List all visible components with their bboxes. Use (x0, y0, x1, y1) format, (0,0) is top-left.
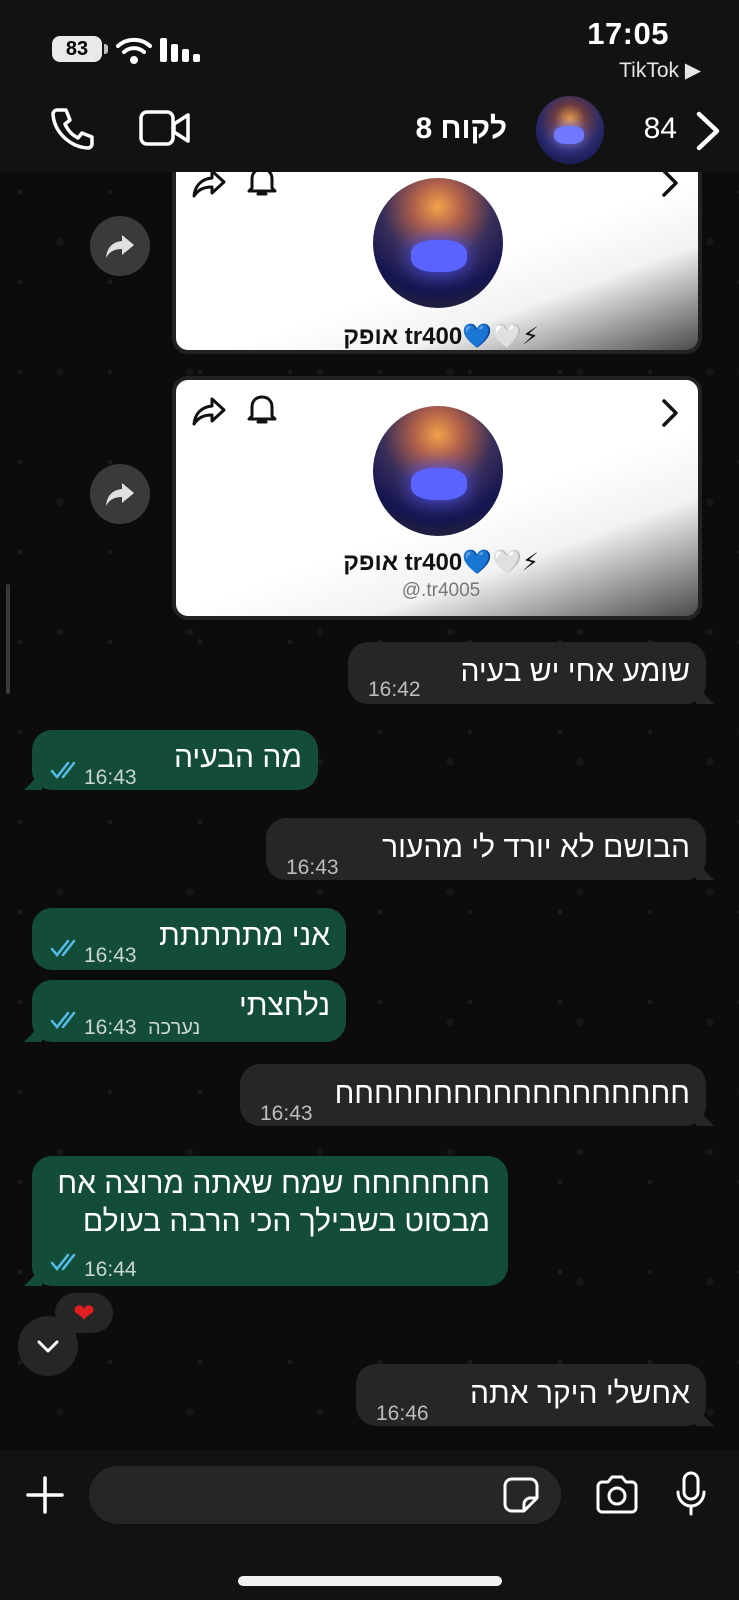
outgoing-message[interactable]: חחחחחחח שמח שאתה מרוצה אח מבסוט בשבילך ה… (32, 1156, 508, 1286)
forward-arrow-icon (106, 483, 134, 506)
phone-icon[interactable] (48, 104, 96, 152)
contact-name[interactable]: לקוח 8 (415, 112, 507, 146)
home-indicator (238, 1576, 502, 1586)
incoming-message[interactable]: אחשלי היקר אתה 16:46 (356, 1364, 706, 1426)
message-time: 10:27 (186, 582, 239, 605)
forward-button[interactable] (90, 216, 150, 276)
message-text: נלחצתי (239, 989, 330, 1022)
scroll-to-bottom-button[interactable] (18, 1316, 78, 1376)
message-text-line-2: מבסוט בשבילך הכי הרבה בעולם (82, 1205, 490, 1238)
forward-arrow-icon (106, 235, 134, 258)
message-time: 16:44 (84, 1258, 137, 1281)
chevron-right-icon[interactable] (660, 398, 680, 428)
chevron-down-icon (37, 1340, 59, 1353)
message-time: 16:43 (84, 944, 137, 967)
message-text: שומע אחי יש בעיה (460, 655, 690, 688)
scroll-indicator (6, 584, 10, 694)
incoming-message[interactable]: חחחחחחחחחחחחחחחחחח 16:43 (240, 1064, 706, 1126)
contact-card-name: אופק tr400💙🤍⚡ (343, 549, 539, 576)
contact-card[interactable]: אופק tr400💙🤍⚡ 10:26 (172, 172, 702, 354)
sticker-icon[interactable] (502, 1476, 540, 1514)
double-check-icon (50, 1253, 76, 1271)
forward-button[interactable] (90, 464, 150, 524)
clock: 17:05 (587, 16, 669, 51)
incoming-message[interactable]: שומע אחי יש בעיה 16:42 (348, 642, 706, 704)
message-time: 16:46 (376, 1402, 429, 1425)
chat-area[interactable]: אופק tr400💙🤍⚡ 10:26 אופק tr400💙🤍⚡ @.tr40… (0, 172, 739, 1450)
cellular-signal-icon (160, 38, 200, 62)
chevron-right-icon[interactable] (660, 172, 680, 198)
message-text: הבושם לא יורד לי מהעור (382, 831, 690, 864)
outgoing-message[interactable]: אני מתתתתת 16:43 (32, 908, 346, 970)
message-time: 10:26 (186, 316, 239, 339)
camera-icon[interactable] (594, 1474, 640, 1514)
message-text-line-1: חחחחחחח שמח שאתה מרוצה אח (57, 1167, 490, 1200)
wifi-icon (116, 37, 152, 64)
contact-card-handle: @.tr4005 (401, 580, 481, 601)
microphone-icon[interactable] (674, 1470, 708, 1518)
contact-card-photo (373, 406, 503, 536)
bell-icon[interactable] (246, 392, 278, 426)
share-icon[interactable] (192, 396, 226, 426)
message-input[interactable] (89, 1466, 561, 1524)
bell-icon[interactable] (246, 172, 278, 198)
message-text: אני מתתתתת (159, 919, 330, 952)
edited-label: נערכה (148, 1017, 201, 1039)
double-check-icon (50, 939, 76, 957)
back-to-app-link[interactable]: TikTok ▶ (619, 58, 701, 83)
chevron-right-icon[interactable] (693, 108, 723, 154)
message-composer (0, 1450, 739, 1600)
chat-header: לקוח 8 84 (0, 92, 739, 172)
contact-avatar[interactable] (536, 96, 604, 164)
message-time: 16:43 (84, 766, 137, 789)
message-text: חחחחחחחחחחחחחחחחחח (334, 1077, 690, 1110)
message-time: 16:42 (368, 678, 421, 701)
unread-count[interactable]: 84 (644, 112, 677, 146)
message-time: 16:43 (260, 1102, 313, 1125)
message-text: אחשלי היקר אתה (470, 1377, 690, 1410)
outgoing-message[interactable]: מה הבעיה 16:43 (32, 730, 318, 790)
plus-icon[interactable] (24, 1474, 66, 1516)
battery-indicator: 83 (52, 36, 108, 62)
message-time: 16:43 (286, 856, 339, 879)
video-camera-icon[interactable] (138, 106, 192, 150)
share-icon[interactable] (192, 172, 226, 198)
contact-card-photo (373, 178, 503, 308)
message-text: מה הבעיה (174, 741, 302, 774)
double-check-icon (50, 1011, 76, 1029)
outgoing-message[interactable]: נלחצתי 16:43 נערכה (32, 980, 346, 1042)
status-bar: 83 17:05 TikTok ▶ (0, 0, 739, 92)
message-time: 16:43 (84, 1016, 137, 1039)
incoming-message[interactable]: הבושם לא יורד לי מהעור 16:43 (266, 818, 706, 880)
contact-card-name: אופק tr400💙🤍⚡ (343, 323, 539, 350)
double-check-icon (50, 761, 76, 779)
contact-card[interactable]: אופק tr400💙🤍⚡ @.tr4005 10:27 (172, 376, 702, 620)
